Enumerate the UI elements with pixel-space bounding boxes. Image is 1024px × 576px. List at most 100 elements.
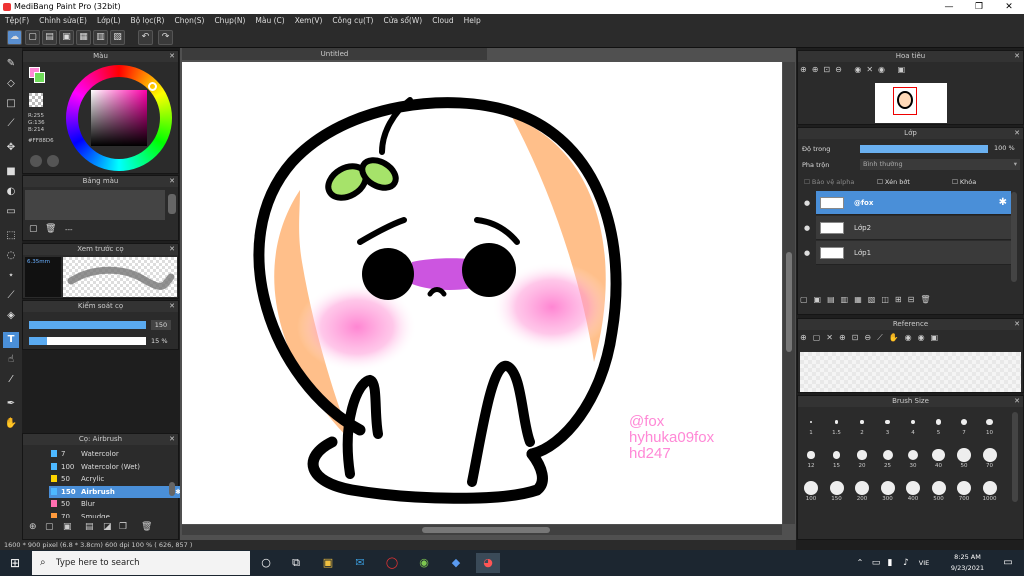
layer-opacity-value[interactable]: 100 % xyxy=(994,144,1015,152)
secondary-color-swatch[interactable] xyxy=(34,72,45,83)
brush-list-item[interactable]: 50 Blur xyxy=(49,498,185,510)
dot-icon[interactable]: □ xyxy=(3,96,19,112)
brush-size-cell[interactable]: 40 xyxy=(928,447,950,469)
select-pen2-icon[interactable]: ⟋ xyxy=(3,288,19,304)
brush-duplicate-icon[interactable]: ❐ xyxy=(119,522,127,532)
save-icon[interactable]: ▣ xyxy=(59,30,74,45)
layer-row[interactable]: ● @fox ✱ xyxy=(804,191,1011,215)
bucket-icon[interactable]: ◐ xyxy=(3,184,19,200)
menu-item[interactable]: Chọn(S) xyxy=(169,14,209,28)
eraser-icon[interactable]: ◇ xyxy=(3,76,19,92)
select-pen-icon[interactable]: ⟋ xyxy=(3,116,19,132)
hscroll-thumb[interactable] xyxy=(422,527,550,533)
color-wheel-mode-icon[interactable] xyxy=(30,155,42,167)
brush-size-cell[interactable]: 7 xyxy=(953,414,975,436)
undo-icon[interactable]: ↶ xyxy=(138,30,153,45)
brush-size-cell[interactable]: 400 xyxy=(902,480,924,502)
brush-size-cell[interactable]: 50 xyxy=(953,447,975,469)
brush-size-cell[interactable]: 1.5 xyxy=(826,414,848,436)
menu-item[interactable]: Công cụ(T) xyxy=(327,14,378,28)
store-icon[interactable]: ▣ xyxy=(318,553,338,573)
grid-icon[interactable]: ▦ xyxy=(76,30,91,45)
visibility-icon[interactable]: ● xyxy=(804,241,810,265)
notification-icon[interactable]: ▭ xyxy=(998,553,1018,573)
layer-toolbar[interactable]: ▢▣▤▥▦▧◫⊞⊟🗑 xyxy=(800,295,1000,309)
color-slider-mode-icon[interactable] xyxy=(47,155,59,167)
close-icon[interactable]: ✕ xyxy=(1014,396,1020,407)
brush-size-cell[interactable]: 100 xyxy=(800,480,822,502)
open-file-icon[interactable]: ▤ xyxy=(42,30,57,45)
navigator-thumbnail[interactable] xyxy=(875,83,947,123)
maximize-button[interactable]: ❐ xyxy=(964,0,994,14)
palette-area[interactable] xyxy=(25,190,165,220)
brush-list-item[interactable]: 7 Watercolor xyxy=(49,448,185,460)
horizontal-scrollbar[interactable] xyxy=(182,525,782,535)
text-icon[interactable]: T xyxy=(3,332,19,348)
brush-size-cell[interactable]: 25 xyxy=(877,447,899,469)
saturation-value-square[interactable] xyxy=(91,90,147,146)
reference-toolbar[interactable]: ⊕▢✕⊕⊡⊖⟋✋◉◉▣ xyxy=(800,333,1020,347)
brush-list-item[interactable]: 100 Watercolor (Wet) xyxy=(49,461,185,473)
brush-copy-icon[interactable]: ▤ xyxy=(85,522,94,532)
select-eraser-icon[interactable]: ◈ xyxy=(3,308,19,324)
menu-item[interactable]: Chụp(N) xyxy=(209,14,250,28)
operation-icon[interactable]: ☝ xyxy=(3,352,19,368)
gear-icon[interactable]: ✱ xyxy=(999,191,1007,215)
layer-list-scrollbar[interactable] xyxy=(1011,192,1017,282)
brush-size-cell[interactable]: 200 xyxy=(851,480,873,502)
brush-list-item[interactable]: 50 Acrylic xyxy=(49,473,185,485)
brush-size-cell[interactable]: 300 xyxy=(877,480,899,502)
opera-icon[interactable]: ◯ xyxy=(382,553,402,573)
eyedropper-icon[interactable]: ⁄ xyxy=(3,372,19,388)
menu-item[interactable]: Help xyxy=(459,14,486,28)
close-icon[interactable]: ✕ xyxy=(169,176,175,187)
brush-opacity-value[interactable]: 15 % xyxy=(151,336,177,346)
transparent-swatch[interactable] xyxy=(29,93,43,107)
brush-settings-icon[interactable]: ◪ xyxy=(103,522,112,532)
snap-icon[interactable]: ▥ xyxy=(93,30,108,45)
drawing-canvas[interactable]: @fox hyhuka09fox hd247 xyxy=(182,62,782,524)
brush-size-cell[interactable]: 2 xyxy=(851,414,873,436)
brush-list-item[interactable]: 150 Airbrush ✱ xyxy=(49,485,185,498)
close-icon[interactable]: ✕ xyxy=(1014,128,1020,139)
palette-scrollbar[interactable] xyxy=(168,194,176,214)
layer-opacity-slider[interactable] xyxy=(860,145,988,153)
vertical-scrollbar[interactable] xyxy=(783,62,795,524)
task-view-icon[interactable]: ⧉ xyxy=(286,553,306,573)
brush-size-cell[interactable]: 15 xyxy=(826,447,848,469)
menu-item[interactable]: Chỉnh sửa(E) xyxy=(34,14,92,28)
close-icon[interactable]: ✕ xyxy=(169,301,175,312)
lock-checkbox[interactable]: ☐ Khóa xyxy=(952,178,976,186)
lasso-icon[interactable]: ◌ xyxy=(3,248,19,264)
move-icon[interactable]: ✥ xyxy=(3,140,19,156)
close-icon[interactable]: ✕ xyxy=(169,244,175,255)
hand-icon[interactable]: ✋ xyxy=(3,416,19,432)
redo-icon[interactable]: ↷ xyxy=(158,30,173,45)
trash-icon[interactable]: 🗑 xyxy=(141,522,152,532)
document-tab[interactable]: Untitled xyxy=(182,48,487,60)
reference-area[interactable] xyxy=(800,352,1021,392)
menu-item[interactable]: Cloud xyxy=(427,14,458,28)
add-brush-icon[interactable]: ⊕ xyxy=(29,522,37,532)
add-palette-icon[interactable]: ▢ xyxy=(29,224,38,234)
clock[interactable]: 8:25 AM 9/23/2021 xyxy=(940,552,995,574)
brush-size-scrollbar[interactable] xyxy=(1012,412,1018,502)
cortana-icon[interactable]: ○ xyxy=(256,553,276,573)
fill-rect-icon[interactable]: ■ xyxy=(3,164,19,180)
brush-list-scrollbar[interactable] xyxy=(169,482,175,496)
menu-item[interactable]: Cửa sổ(W) xyxy=(378,14,427,28)
clipping-checkbox[interactable]: ☐ Xén bớt xyxy=(877,178,910,186)
navigator-toolbar[interactable]: ⊕⊕⊡⊖ ◉✕◉ ▣ xyxy=(800,65,950,79)
brush-add-menu-icon[interactable]: ▣ xyxy=(63,522,72,532)
menu-item[interactable]: Xem(V) xyxy=(290,14,328,28)
brush-size-cell[interactable]: 70 xyxy=(979,447,1001,469)
color-wheel[interactable] xyxy=(66,65,172,171)
close-button[interactable]: ✕ xyxy=(994,0,1024,14)
visibility-icon[interactable]: ● xyxy=(804,191,810,215)
brush-opacity-slider[interactable] xyxy=(29,337,146,345)
close-icon[interactable]: ✕ xyxy=(169,51,175,62)
brush-icon[interactable]: ✎ xyxy=(3,56,19,72)
brush-size-cell[interactable]: 4 xyxy=(902,414,924,436)
brush-size-value[interactable]: 150 xyxy=(151,320,171,330)
mail-icon[interactable]: ✉ xyxy=(350,553,370,573)
